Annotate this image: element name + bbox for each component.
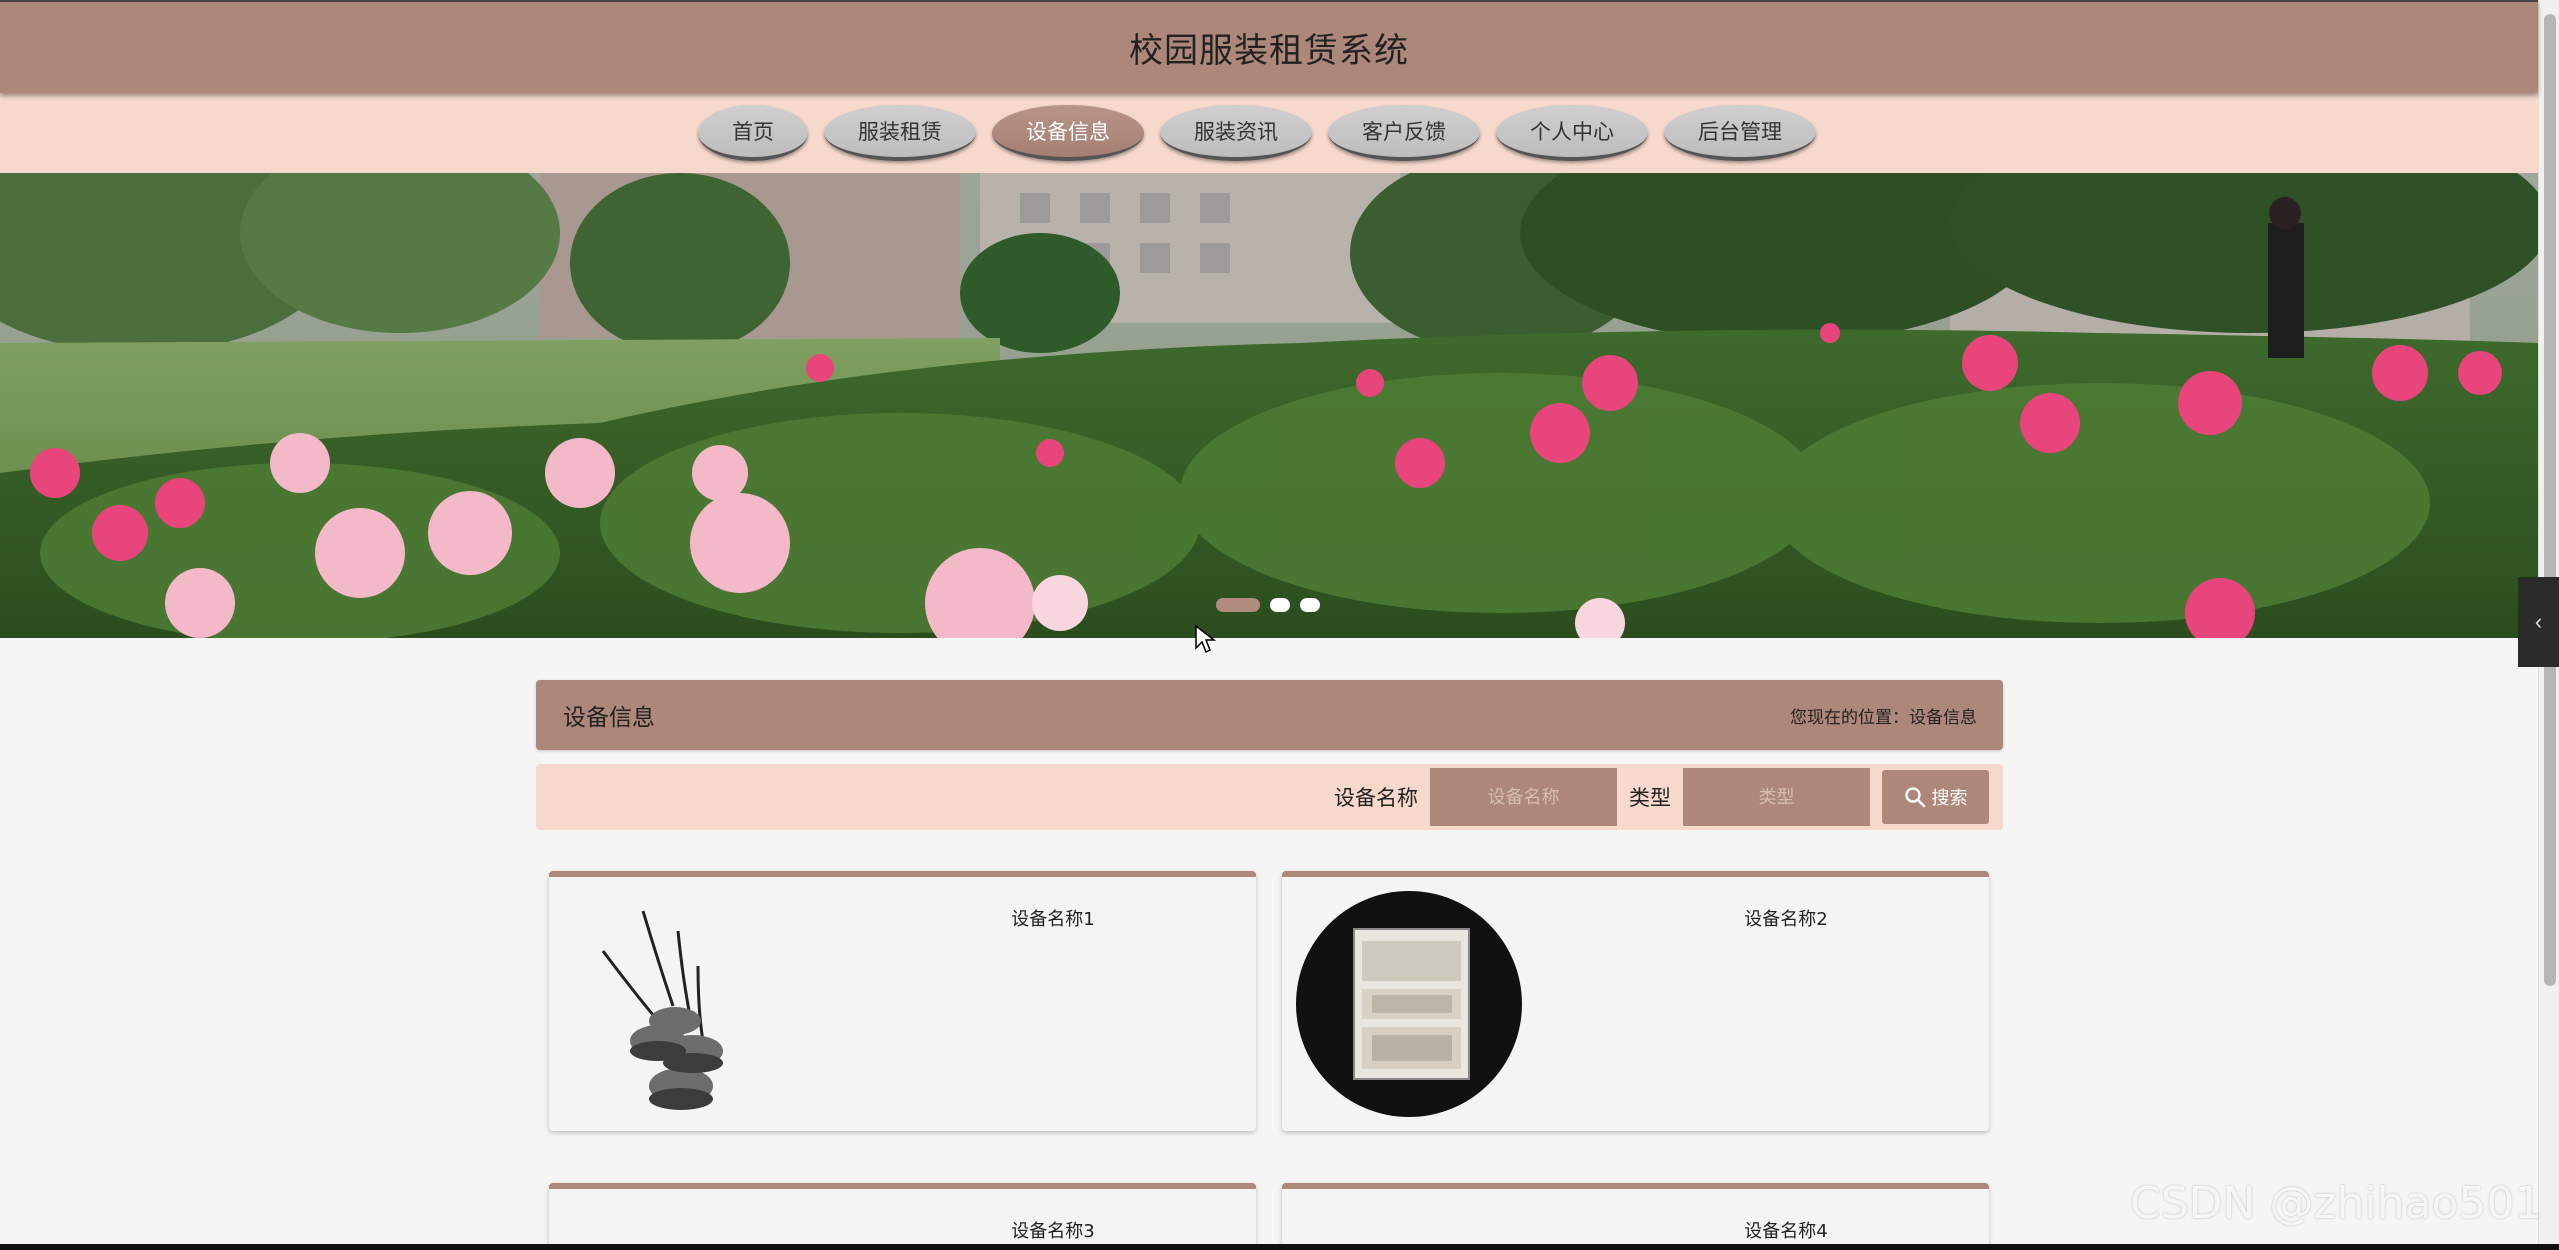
search-button-label: 搜索 bbox=[1931, 788, 1968, 809]
equipment-card[interactable]: 设备名称4 bbox=[1282, 1183, 1989, 1250]
card-title: 设备名称4 bbox=[1744, 1221, 1828, 1242]
carousel-indicators bbox=[1216, 598, 1320, 612]
equipment-name-input[interactable] bbox=[1430, 768, 1617, 826]
nav-item-customer-feedback[interactable]: 客户反馈 bbox=[1328, 105, 1480, 161]
type-input[interactable] bbox=[1683, 768, 1870, 826]
card-title: 设备名称1 bbox=[1011, 909, 1095, 930]
site-title: 校园服装租赁系统 bbox=[1129, 31, 1409, 71]
nav-item-clothing-news[interactable]: 服装资讯 bbox=[1160, 105, 1312, 161]
nav-item-clothing-rental[interactable]: 服装租赁 bbox=[824, 105, 976, 161]
type-label: 类型 bbox=[1629, 786, 1671, 810]
card-image-microphones bbox=[563, 891, 793, 1121]
carousel-dot-3[interactable] bbox=[1300, 598, 1320, 612]
main-nav: 首页 服装租赁 设备信息 服装资讯 客户反馈 个人中心 后台管理 bbox=[0, 93, 2538, 173]
window-bottom-edge bbox=[0, 1244, 2559, 1250]
equipment-card[interactable]: 设备名称1 bbox=[549, 871, 1256, 1131]
breadcrumb: 您现在的位置：设备信息 bbox=[1790, 707, 1977, 728]
section-header: 设备信息 您现在的位置：设备信息 bbox=[536, 680, 2003, 750]
chevron-left-icon: ‹ bbox=[2534, 609, 2543, 634]
banner-carousel[interactable] bbox=[0, 173, 2538, 638]
carousel-dot-1[interactable] bbox=[1216, 598, 1260, 612]
equipment-card[interactable]: 设备名称2 bbox=[1282, 871, 1989, 1131]
nav-item-home[interactable]: 首页 bbox=[698, 105, 808, 161]
banner-image bbox=[0, 173, 2538, 638]
equipment-name-label: 设备名称 bbox=[1334, 786, 1418, 810]
search-button[interactable]: 搜索 bbox=[1882, 770, 1989, 824]
equipment-card[interactable]: 设备名称3 bbox=[549, 1183, 1256, 1250]
mouse-cursor-icon bbox=[1195, 624, 1216, 654]
search-icon bbox=[1904, 787, 1925, 808]
watermark: CSDN @zhihao501 bbox=[2130, 1178, 2543, 1229]
site-header: 校园服装租赁系统 bbox=[0, 0, 2538, 93]
card-title: 设备名称2 bbox=[1744, 909, 1828, 930]
nav-item-admin[interactable]: 后台管理 bbox=[1664, 105, 1816, 161]
card-image-cabinet bbox=[1296, 891, 1522, 1117]
nav-item-personal-center[interactable]: 个人中心 bbox=[1496, 105, 1648, 161]
card-title: 设备名称3 bbox=[1011, 1221, 1095, 1242]
nav-item-equipment-info[interactable]: 设备信息 bbox=[992, 105, 1144, 161]
carousel-dot-2[interactable] bbox=[1270, 598, 1290, 612]
section-title: 设备信息 bbox=[563, 705, 655, 731]
search-bar: 设备名称 类型 搜索 bbox=[536, 764, 2003, 830]
scrollbar-thumb[interactable] bbox=[2544, 14, 2556, 986]
side-panel-toggle[interactable]: ‹ bbox=[2518, 577, 2559, 667]
